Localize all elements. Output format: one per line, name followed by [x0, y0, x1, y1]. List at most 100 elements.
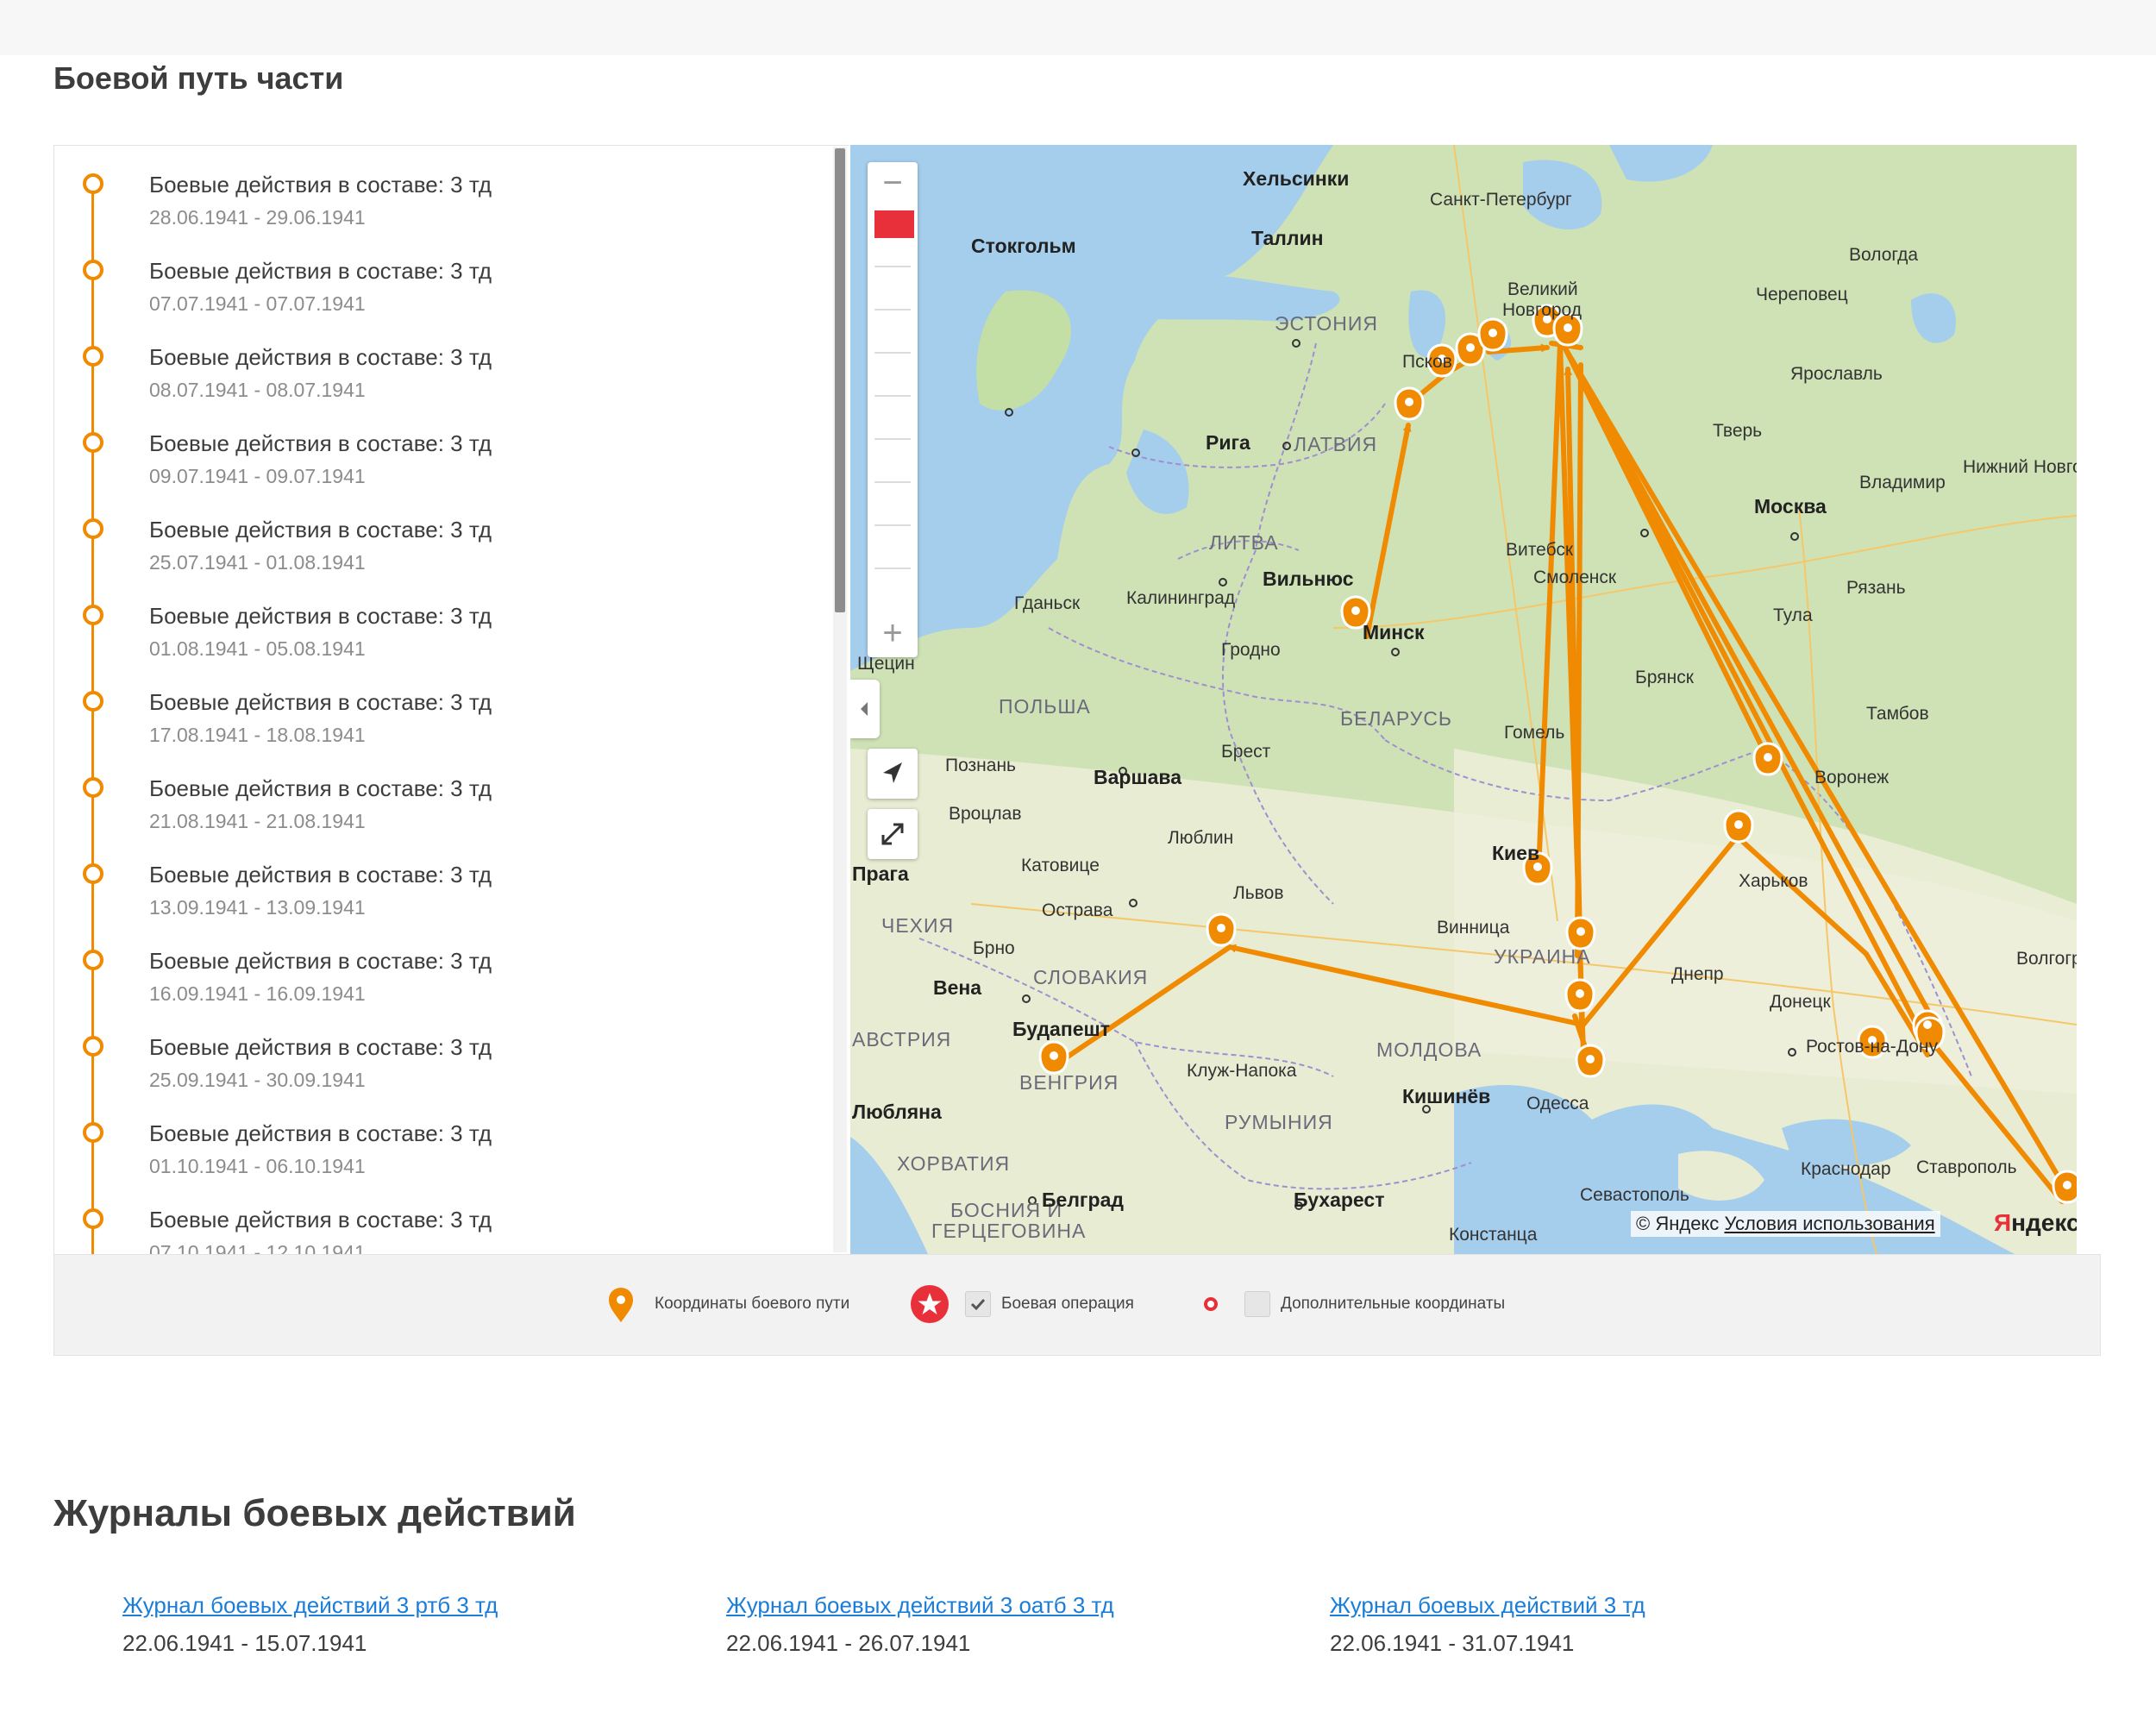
- map-label: ЛИТВА: [1209, 531, 1279, 554]
- zoom-slider-handle[interactable]: [874, 210, 914, 238]
- journal-link[interactable]: Журнал боевых действий 3 оатб 3 тд: [726, 1592, 1114, 1619]
- map-label: Харьков: [1739, 871, 1808, 891]
- map-label: Рига: [1206, 431, 1250, 454]
- map-label: УКРАИНА: [1494, 945, 1591, 968]
- map-label: Кишинёв: [1402, 1085, 1491, 1107]
- timeline-item-title: Боевые действия в составе: 3 тд: [149, 948, 492, 974]
- timeline-item-title: Боевые действия в составе: 3 тд: [149, 517, 492, 543]
- fullscreen-button[interactable]: [868, 809, 918, 859]
- map-label: БЕЛАРУСЬ: [1340, 707, 1453, 730]
- zoom-control[interactable]: − +: [868, 162, 918, 657]
- map-label: Донецк: [1770, 992, 1831, 1012]
- zoom-scale-tick: [874, 395, 911, 397]
- timeline-item-dates: 28.06.1941 - 29.06.1941: [149, 206, 366, 229]
- timeline-item[interactable]: Боевые действия в составе: 3 тд 09.07.194…: [54, 415, 830, 501]
- top-bar: [0, 0, 2156, 55]
- extra-coords-checkbox[interactable]: [1244, 1291, 1270, 1317]
- map-label: Бухарест: [1294, 1189, 1385, 1211]
- map-label: Вологда: [1849, 245, 1919, 265]
- map-label: Белград: [1042, 1189, 1124, 1211]
- timeline-item-title: Боевые действия в составе: 3 тд: [149, 258, 492, 284]
- yandex-logo-rest: ндекс: [2011, 1209, 2077, 1236]
- zoom-scale-tick: [874, 266, 911, 267]
- map-label: ЛАТВИЯ: [1294, 433, 1378, 455]
- timeline-item[interactable]: Боевые действия в составе: 3 тд 17.08.194…: [54, 674, 830, 760]
- map-label: РУМЫНИЯ: [1225, 1111, 1333, 1133]
- legend-path-coords-label: Координаты боевого пути: [655, 1295, 850, 1313]
- timeline-item[interactable]: Боевые действия в составе: 3 тд 25.07.194…: [54, 501, 830, 587]
- map-copyright: © Яндекс Условия использования: [1631, 1211, 1940, 1237]
- extra-coords-dot-icon: [1204, 1297, 1218, 1311]
- timeline-item-title: Боевые действия в составе: 3 тд: [149, 1120, 492, 1146]
- timeline-item-dates: 01.08.1941 - 05.08.1941: [149, 637, 366, 660]
- collapse-panel-button[interactable]: [850, 680, 880, 738]
- timeline-item-title: Боевые действия в составе: 3 тд: [149, 689, 492, 715]
- timeline-item-dates: 17.08.1941 - 18.08.1941: [149, 724, 366, 746]
- map-label: Краснодар: [1801, 1159, 1891, 1179]
- timeline-item[interactable]: Боевые действия в составе: 3 тд 25.09.194…: [54, 1019, 830, 1105]
- map-label: Киев: [1492, 842, 1540, 864]
- section-title: Боевой путь части: [53, 60, 344, 96]
- map-label: Волгоград: [2016, 949, 2077, 969]
- journal-link[interactable]: Журнал боевых действий 3 ртб 3 тд: [122, 1592, 498, 1619]
- terms-link[interactable]: Условия использования: [1724, 1213, 1934, 1234]
- timeline-item[interactable]: Боевые действия в составе: 3 тд 01.08.194…: [54, 587, 830, 674]
- timeline-item[interactable]: Боевые действия в составе: 3 тд 07.07.194…: [54, 242, 830, 329]
- timeline-item[interactable]: Боевые действия в составе: 3 тд 01.10.194…: [54, 1105, 830, 1191]
- map-label: Владимир: [1859, 473, 1946, 492]
- journals-title: Журналы боевых действий: [53, 1492, 576, 1534]
- location-arrow-icon: [883, 762, 902, 783]
- map-label: МОЛДОВА: [1376, 1038, 1482, 1061]
- map-label: Тамбов: [1866, 704, 1929, 724]
- timeline-item-dates: 21.08.1941 - 21.08.1941: [149, 810, 366, 832]
- timeline-dot: [83, 1122, 103, 1143]
- map-label: СЛОВАКИЯ: [1033, 966, 1149, 988]
- timeline-item[interactable]: Боевые действия в составе: 3 тд 13.09.194…: [54, 846, 830, 932]
- timeline-item[interactable]: Боевые действия в составе: 3 тд 28.06.194…: [54, 156, 830, 242]
- map-label: Ростов-на-Дону: [1806, 1037, 1938, 1057]
- map-legend: Координаты боевого пути Боевая операция …: [53, 1254, 2101, 1356]
- map-label: Одесса: [1526, 1094, 1589, 1113]
- journal-dates: 22.06.1941 - 26.07.1941: [726, 1630, 971, 1656]
- timeline-item-dates: 09.07.1941 - 09.07.1941: [149, 465, 366, 487]
- timeline-item-title: Боевые действия в составе: 3 тд: [149, 862, 492, 888]
- map-label: ВЕНГРИЯ: [1019, 1071, 1119, 1094]
- journal-link[interactable]: Журнал боевых действий 3 тд: [1330, 1592, 1645, 1619]
- timeline-item[interactable]: Боевые действия в составе: 3 тд 21.08.194…: [54, 760, 830, 846]
- yandex-logo[interactable]: Яндекс: [1994, 1209, 2077, 1237]
- map-label: ПОЛЬША: [999, 695, 1091, 718]
- zoom-in-button[interactable]: +: [868, 612, 918, 656]
- timeline-item-title: Боевые действия в составе: 3 тд: [149, 603, 492, 629]
- timeline-dot: [83, 432, 103, 453]
- legend-operation-label: Боевая операция: [1001, 1295, 1134, 1313]
- timeline-dot: [83, 950, 103, 970]
- timeline-item-dates: 13.09.1941 - 13.09.1941: [149, 896, 366, 919]
- chevron-left-icon: [861, 702, 868, 716]
- timeline-item[interactable]: Боевые действия в составе: 3 тд 07.10.194…: [54, 1191, 830, 1255]
- zoom-scale-tick: [874, 481, 911, 483]
- battle-path-map[interactable]: Хельсинки Санкт-Петербург Стокгольм Талл…: [850, 145, 2077, 1254]
- map-label: АВСТРИЯ: [852, 1028, 952, 1051]
- timeline-dot: [83, 260, 103, 280]
- timeline-item[interactable]: Боевые действия в составе: 3 тд 08.07.194…: [54, 329, 830, 415]
- map-label: Москва: [1754, 495, 1827, 518]
- map-label: Вильнюс: [1263, 568, 1354, 590]
- map-label: Львов: [1233, 883, 1284, 903]
- map-label: Смоленск: [1533, 568, 1617, 587]
- timeline-panel[interactable]: Боевые действия в составе: 3 тд 28.06.194…: [53, 145, 849, 1256]
- map-label: Острава: [1042, 900, 1113, 920]
- map-label: Клуж-Напока: [1187, 1061, 1297, 1081]
- path-marker-icon: [609, 1288, 633, 1322]
- operation-checkbox[interactable]: [965, 1291, 991, 1317]
- map-label: ГЕРЦЕГОВИНА: [931, 1220, 1087, 1242]
- timeline-scrollbar-thumb[interactable]: [835, 148, 845, 612]
- timeline-item-dates: 25.09.1941 - 30.09.1941: [149, 1069, 366, 1091]
- map-label: Брно: [973, 938, 1015, 958]
- timeline-item-title: Боевые действия в составе: 3 тд: [149, 775, 492, 801]
- checkmark-icon: [970, 1298, 986, 1311]
- map-label: Брест: [1221, 742, 1271, 762]
- map-label: Минск: [1363, 621, 1425, 643]
- timeline-item[interactable]: Боевые действия в составе: 3 тд 16.09.194…: [54, 932, 830, 1019]
- zoom-out-button[interactable]: −: [868, 162, 918, 205]
- geolocation-button[interactable]: [868, 749, 918, 799]
